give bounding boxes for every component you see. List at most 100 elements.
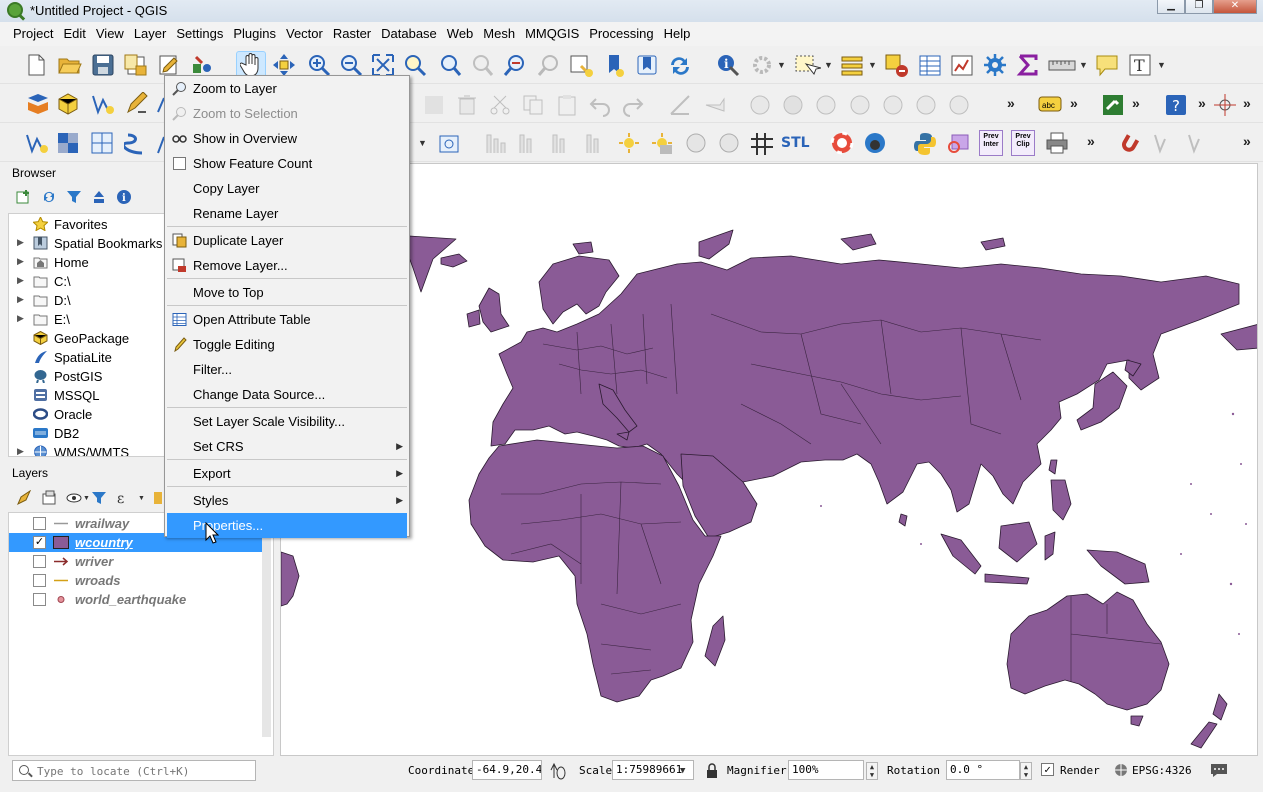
- menu-settings[interactable]: Settings: [171, 23, 228, 45]
- show-bookmarks-icon[interactable]: [635, 53, 659, 79]
- identify-features-icon[interactable]: i: [716, 53, 742, 79]
- new-shapefile-icon[interactable]: [90, 92, 116, 118]
- tree-expand-arrow-icon[interactable]: ▶: [17, 294, 24, 305]
- profile-tool-3-icon[interactable]: [550, 131, 574, 157]
- zoom-next-icon[interactable]: [536, 53, 562, 77]
- snapping-segment-icon[interactable]: [1186, 131, 1212, 157]
- rotate-point-symbols-icon[interactable]: [947, 93, 971, 117]
- visibility-dropdown-icon[interactable]: ▼: [83, 495, 90, 502]
- menu-change-data-source[interactable]: Change Data Source...: [167, 382, 407, 407]
- magnet-snapping-icon[interactable]: [1118, 131, 1144, 157]
- map-canvas[interactable]: [280, 163, 1258, 756]
- data-source-manager-icon[interactable]: [24, 92, 50, 118]
- zoom-last-icon[interactable]: [502, 53, 528, 77]
- scale-dropdown-icon[interactable]: ▼: [680, 766, 685, 776]
- select-features-icon[interactable]: [793, 53, 821, 79]
- locator-input[interactable]: [37, 763, 252, 779]
- layer-row-wroads[interactable]: wroads: [9, 571, 264, 590]
- zoom-full-icon[interactable]: [371, 53, 395, 77]
- prev-clip-button[interactable]: Prev Clip: [1011, 130, 1035, 156]
- menu-duplicate-layer[interactable]: Duplicate Layer: [167, 228, 407, 253]
- menu-layer[interactable]: Layer: [129, 23, 172, 45]
- paste-features-icon[interactable]: [555, 93, 579, 117]
- new-bookmark-icon[interactable]: [603, 53, 627, 79]
- menu-mesh[interactable]: Mesh: [478, 23, 520, 45]
- zoom-to-layer-toolbar-icon[interactable]: [437, 53, 463, 77]
- polygon-tool-icon[interactable]: [946, 131, 972, 157]
- collapse-all-icon[interactable]: [91, 189, 107, 205]
- toggle-extents-mouse-icon[interactable]: [549, 762, 567, 780]
- digitize-icon[interactable]: [124, 92, 150, 118]
- layer-visibility-checkbox[interactable]: [33, 517, 46, 530]
- toolbar-plugins-overflow-icon[interactable]: »: [1132, 95, 1140, 111]
- select-by-attribute-icon[interactable]: [839, 53, 865, 79]
- new-map-view-icon[interactable]: [569, 53, 595, 79]
- profile-tool-1-icon[interactable]: [484, 131, 508, 157]
- open-project-icon[interactable]: [58, 55, 82, 75]
- volume-tool-icon[interactable]: [717, 131, 743, 157]
- magnifier-spinner-icon[interactable]: ▲ ▼: [866, 762, 878, 780]
- cut-features-icon[interactable]: [488, 93, 512, 117]
- add-circular-string-icon[interactable]: [703, 93, 733, 117]
- rotation-spinner-icon[interactable]: ▲ ▼: [1020, 762, 1032, 780]
- run-action-icon[interactable]: [750, 53, 776, 79]
- menu-toggle-editing[interactable]: Toggle Editing: [167, 332, 407, 357]
- style-manager-icon[interactable]: [191, 54, 213, 76]
- statistical-summary-icon[interactable]: [950, 53, 976, 79]
- toolbar-snapping-overflow-icon[interactable]: »: [1243, 133, 1251, 149]
- row3-dropdown-icon[interactable]: ▼: [418, 138, 427, 148]
- layer-row-wriver[interactable]: wriver: [9, 552, 264, 571]
- grid-hash-icon[interactable]: [749, 131, 775, 157]
- minimize-button[interactable]: ▁: [1157, 0, 1185, 14]
- render-checkbox[interactable]: ✓: [1041, 763, 1054, 776]
- tree-expand-arrow-icon[interactable]: ▶: [17, 275, 24, 286]
- prev-inter-button[interactable]: Prev Inter: [979, 130, 1003, 156]
- menu-mmqgis[interactable]: MMQGIS: [520, 23, 584, 45]
- toolbar-help-overflow-icon[interactable]: »: [1198, 95, 1206, 111]
- open-attribute-table-icon[interactable]: [918, 53, 944, 79]
- menu-database[interactable]: Database: [376, 23, 442, 45]
- profile-tool-2-icon[interactable]: [517, 131, 541, 157]
- coordinate-field[interactable]: -64.9,20.4: [472, 760, 542, 780]
- add-selected-layers-icon[interactable]: [16, 189, 32, 205]
- globe-rider-icon[interactable]: [863, 131, 889, 157]
- deselect-all-icon[interactable]: [884, 53, 910, 79]
- layer-visibility-checkbox[interactable]: [33, 574, 46, 587]
- lifebuoy-icon[interactable]: [830, 131, 856, 157]
- layer-row-world-earthquake[interactable]: world_earthquake: [9, 590, 264, 609]
- manage-visibility-eye-icon[interactable]: [66, 490, 84, 506]
- save-project-icon[interactable]: [92, 54, 114, 76]
- select-attribute-dropdown-icon[interactable]: ▼: [868, 60, 877, 70]
- messages-icon[interactable]: [1210, 762, 1228, 778]
- measure-icon[interactable]: [1048, 53, 1076, 79]
- run-action-dropdown-icon[interactable]: ▼: [777, 60, 786, 70]
- new-project-icon[interactable]: [26, 54, 46, 76]
- label-tool-icon[interactable]: abc: [1038, 95, 1062, 113]
- menu-show-in-overview[interactable]: Show in Overview: [167, 126, 407, 151]
- lock-scale-icon[interactable]: [705, 763, 719, 779]
- menu-rename-layer[interactable]: Rename Layer: [167, 201, 407, 226]
- refresh-icon[interactable]: [667, 53, 693, 79]
- vertex-tool-icon[interactable]: [422, 93, 446, 117]
- annotation-dropdown-icon[interactable]: ▼: [1157, 60, 1166, 70]
- tree-expand-arrow-icon[interactable]: ▶: [17, 256, 24, 267]
- zoom-to-selection-toolbar-icon[interactable]: [403, 53, 429, 77]
- save-as-icon[interactable]: [124, 54, 148, 76]
- filter-legend-icon[interactable]: [91, 490, 107, 506]
- tree-expand-arrow-icon[interactable]: ▶: [17, 237, 24, 248]
- snapping-vertex-icon[interactable]: [1152, 131, 1178, 157]
- delete-ring-icon[interactable]: [814, 93, 838, 117]
- sun-shading-icon[interactable]: [617, 131, 643, 157]
- maximize-button[interactable]: ❐: [1185, 0, 1213, 14]
- menu-edit[interactable]: Edit: [58, 23, 90, 45]
- georeferencer-icon[interactable]: [437, 131, 463, 157]
- crs-globe-icon[interactable]: [1114, 763, 1128, 777]
- print-icon[interactable]: [1045, 131, 1071, 157]
- fill-ring-icon[interactable]: [781, 93, 805, 117]
- tree-expand-arrow-icon[interactable]: ▶: [17, 446, 24, 456]
- menu-raster[interactable]: Raster: [328, 23, 376, 45]
- menu-processing[interactable]: Processing: [584, 23, 658, 45]
- menu-remove-layer[interactable]: Remove Layer...: [167, 253, 407, 278]
- menu-project[interactable]: Project: [8, 23, 58, 45]
- pan-to-selection-icon[interactable]: [272, 53, 296, 77]
